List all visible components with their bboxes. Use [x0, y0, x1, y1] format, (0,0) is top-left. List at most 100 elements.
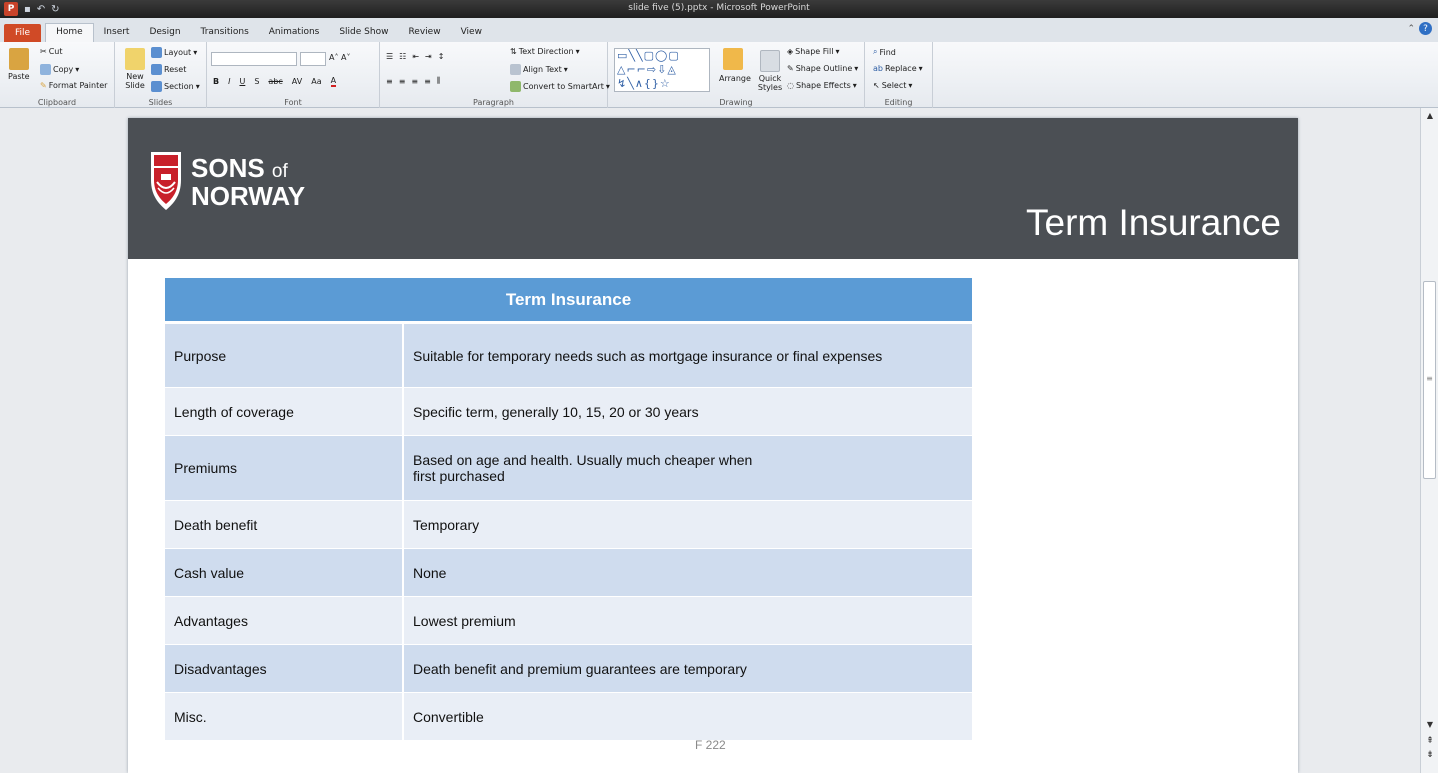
align-left-icon[interactable]: ≡ — [386, 77, 393, 86]
scroll-down-icon[interactable]: ▼ — [1421, 720, 1438, 729]
shape-outline-button[interactable]: ✎ Shape Outline ▾ — [787, 64, 858, 73]
columns-icon[interactable]: ⫼ — [437, 76, 441, 86]
cut-icon: ✂ — [40, 47, 47, 56]
slide-footer: F 222 — [695, 738, 726, 752]
align-right-icon[interactable]: ≡ — [411, 77, 418, 86]
reset-button[interactable]: Reset — [151, 64, 186, 75]
table-row: Length of coverage Specific term, genera… — [165, 388, 972, 436]
logo-of: of — [271, 161, 288, 182]
numbering-icon[interactable]: ☷ — [399, 52, 406, 61]
row-value: Suitable for temporary needs such as mor… — [404, 324, 972, 388]
paragraph-group-label: Paragraph — [473, 98, 514, 107]
tab-review[interactable]: Review — [398, 24, 450, 42]
row-label: Death benefit — [165, 501, 404, 549]
new-slide-label: New Slide — [125, 72, 145, 90]
replace-label: Replace — [884, 64, 917, 73]
table-row: Cash value None — [165, 549, 972, 597]
slide-title[interactable]: Term Insurance — [1026, 202, 1281, 244]
shape-outline-label: Shape Outline — [795, 64, 853, 73]
quick-styles-button[interactable]: Quick Styles — [755, 50, 785, 92]
align-buttons: ≡ ≡ ≡ ≡ ⫼ — [386, 76, 441, 86]
font-name-dropdown[interactable] — [211, 52, 297, 66]
convert-smartart-button[interactable]: Convert to SmartArt ▾ — [510, 81, 610, 92]
vertical-scrollbar[interactable]: ▲ ≡ ▼ ⇞ ⇟ — [1420, 108, 1438, 773]
tab-home[interactable]: Home — [45, 23, 94, 42]
shape-fill-button[interactable]: ◈ Shape Fill ▾ — [787, 47, 839, 56]
new-slide-button[interactable]: New Slide — [121, 48, 149, 90]
previous-slide-icon[interactable]: ⇞ — [1421, 736, 1438, 746]
table-header: Term Insurance — [165, 278, 972, 324]
table-row: Premiums Based on age and health. Usuall… — [165, 436, 972, 501]
shadow-button[interactable]: S — [254, 77, 259, 86]
decrease-indent-icon[interactable]: ⇤ — [412, 52, 419, 61]
replace-button[interactable]: ab Replace ▾ — [873, 64, 923, 73]
copy-label: Copy — [53, 65, 74, 74]
list-buttons: ☰ ☷ ⇤ ⇥ ↕ — [386, 52, 444, 61]
row-value: Specific term, generally 10, 15, 20 or 3… — [404, 388, 972, 436]
term-insurance-table[interactable]: Term Insurance Purpose Suitable for temp… — [165, 278, 972, 741]
scrollbar-thumb[interactable]: ≡ — [1423, 281, 1436, 479]
justify-icon[interactable]: ≡ — [424, 77, 431, 86]
paste-label: Paste — [8, 72, 30, 81]
strikethrough-button[interactable]: abc — [268, 77, 282, 86]
underline-button[interactable]: U — [239, 77, 245, 86]
select-button[interactable]: ↖ Select ▾ — [873, 81, 912, 90]
scroll-up-icon[interactable]: ▲ — [1421, 111, 1438, 120]
minimize-ribbon-icon[interactable]: ⌃ — [1407, 24, 1415, 34]
character-spacing-button[interactable]: AV — [292, 77, 302, 86]
slide[interactable]: SONS of NORWAY Term Insurance Term Insur… — [128, 118, 1298, 773]
bold-button[interactable]: B — [213, 77, 219, 86]
select-icon: ↖ — [873, 81, 880, 90]
new-slide-icon — [125, 48, 145, 70]
copy-button[interactable]: Copy ▾ — [40, 64, 79, 75]
tab-transitions[interactable]: Transitions — [191, 24, 259, 42]
next-slide-icon[interactable]: ⇟ — [1421, 750, 1438, 760]
text-direction-button[interactable]: ⇅ Text Direction ▾ — [510, 47, 580, 56]
help-area: ⌃ ? — [1407, 22, 1432, 35]
tab-file[interactable]: File — [4, 24, 42, 42]
paste-icon — [8, 48, 29, 70]
grow-shrink-font-buttons[interactable]: A˄ A˅ — [329, 53, 351, 62]
reset-label: Reset — [164, 65, 187, 74]
tab-animations[interactable]: Animations — [259, 24, 330, 42]
layout-label: Layout — [164, 48, 192, 57]
bullets-icon[interactable]: ☰ — [386, 52, 393, 61]
tab-insert[interactable]: Insert — [94, 24, 140, 42]
layout-button[interactable]: Layout ▾ — [151, 47, 197, 58]
cut-label: Cut — [48, 47, 63, 56]
align-text-button[interactable]: Align Text ▾ — [510, 64, 568, 75]
shape-fill-label: Shape Fill — [795, 47, 834, 56]
table-row: Disadvantages Death benefit and premium … — [165, 645, 972, 693]
tab-design[interactable]: Design — [139, 24, 190, 42]
font-color-button[interactable]: A — [330, 76, 337, 87]
row-value: Temporary — [404, 501, 972, 549]
font-group-label: Font — [284, 98, 302, 107]
tab-slide-show[interactable]: Slide Show — [329, 24, 398, 42]
window-title: slide five (5).pptx - Microsoft PowerPoi… — [628, 3, 810, 13]
shapes-gallery[interactable]: ▭╲╲▢◯▢ △⌐⌐⇨⇩◬ ↯╲∧{}☆ — [614, 48, 710, 92]
row-value-line1: Based on age and health. Usually much ch… — [413, 452, 753, 468]
paste-button[interactable]: Paste — [8, 48, 30, 81]
change-case-button[interactable]: Aa — [311, 77, 321, 86]
cut-button[interactable]: ✂ Cut — [40, 47, 63, 56]
select-label: Select — [881, 81, 907, 90]
clipboard-group: Paste ✂ Cut Copy ▾ ✎ Format Painter Clipboa… — [0, 42, 115, 108]
logo-line1: SONS — [191, 153, 265, 183]
layout-icon — [151, 47, 162, 58]
format-painter-button[interactable]: ✎ Format Painter — [40, 81, 107, 90]
ribbon: Paste ✂ Cut Copy ▾ ✎ Format Painter Clipboa… — [0, 42, 1438, 108]
italic-button[interactable]: I — [228, 77, 230, 86]
help-icon[interactable]: ? — [1419, 22, 1432, 35]
tab-view[interactable]: View — [451, 24, 492, 42]
text-direction-icon: ⇅ — [510, 47, 517, 56]
increase-indent-icon[interactable]: ⇥ — [425, 52, 432, 61]
shape-effects-button[interactable]: ◌ Shape Effects ▾ — [787, 81, 857, 90]
line-spacing-icon[interactable]: ↕ — [438, 52, 445, 61]
align-center-icon[interactable]: ≡ — [399, 77, 406, 86]
row-label: Cash value — [165, 549, 404, 597]
shape-effects-icon: ◌ — [787, 81, 794, 90]
find-button[interactable]: ⌕ Find — [873, 47, 896, 57]
logo-wordmark: SONS of NORWAY — [191, 153, 305, 209]
section-button[interactable]: Section ▾ — [151, 81, 200, 92]
font-size-dropdown[interactable] — [300, 52, 326, 66]
